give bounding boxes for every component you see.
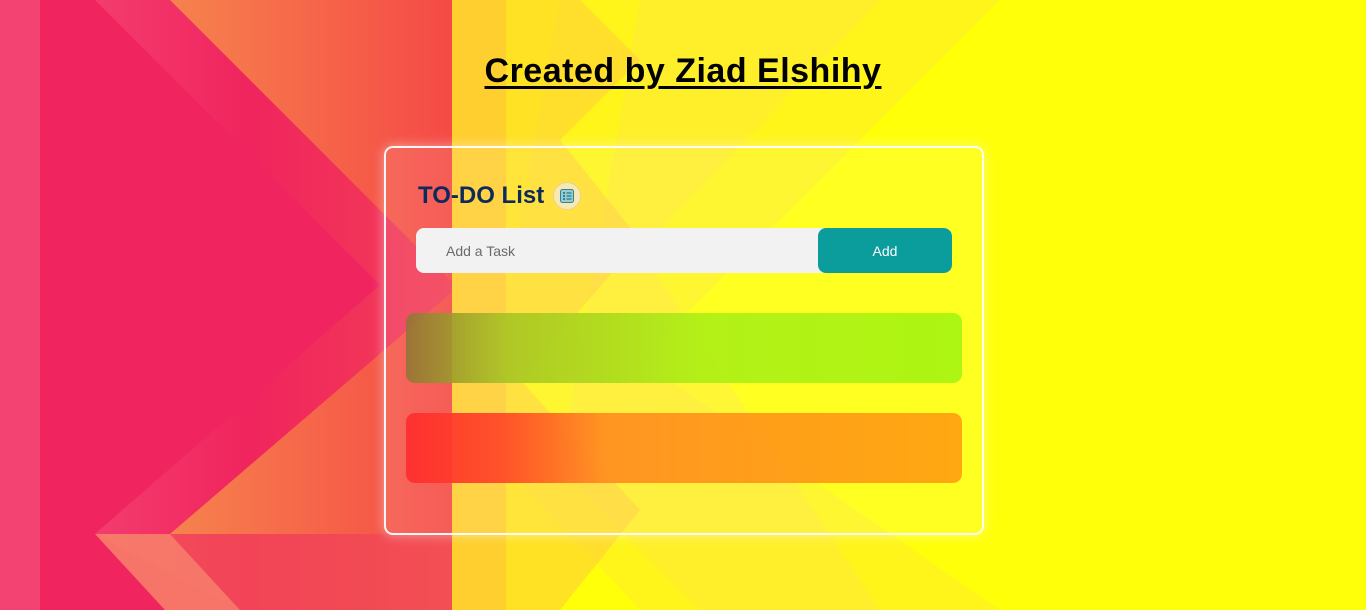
todo-title: TO-DO List [418,182,545,209]
task-input-row: Add [416,228,952,273]
checklist-icon [553,182,582,210]
page-title: Created by Ziad Elshihy [484,52,882,90]
todo-card: TO-DO List Add [384,146,984,535]
task-item[interactable] [406,413,962,483]
task-input[interactable] [416,228,818,273]
todo-heading: TO-DO List [418,182,582,210]
task-item[interactable] [406,313,962,383]
add-button[interactable]: Add [818,228,952,273]
